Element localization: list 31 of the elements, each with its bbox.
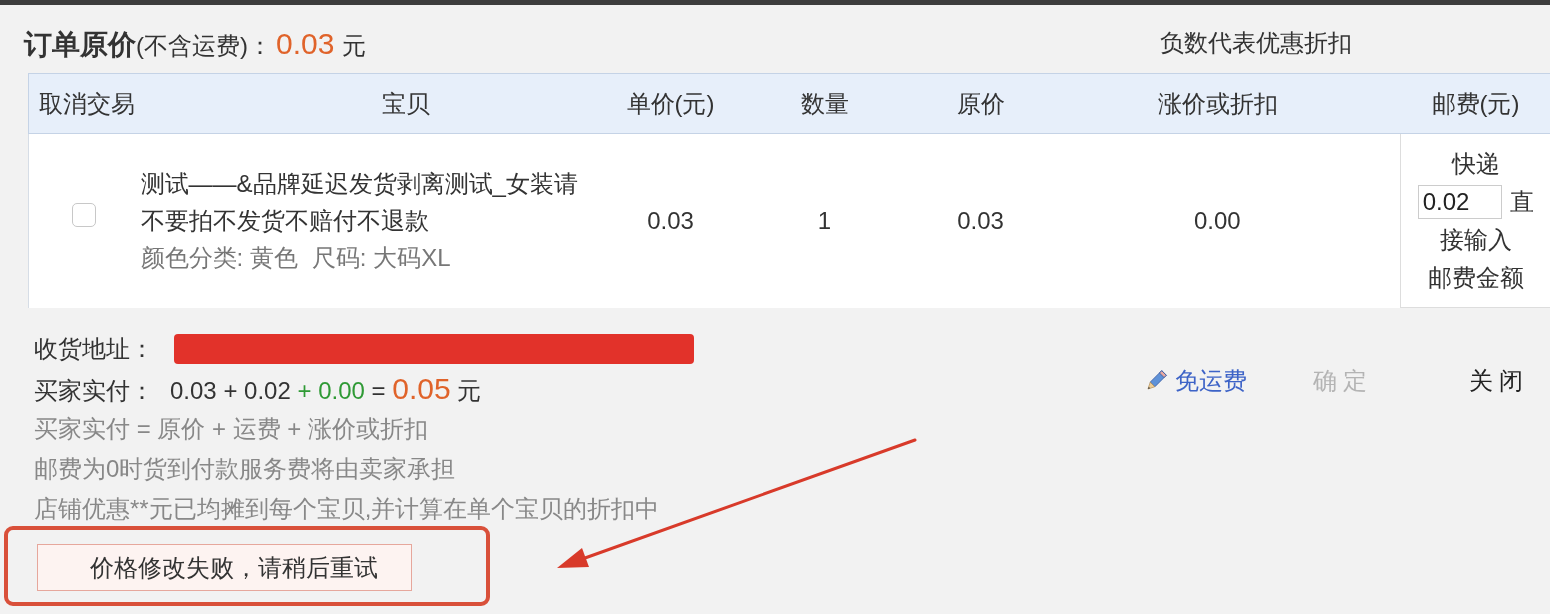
note-text: 邮费为0时货到付款服务费将由卖家承担 xyxy=(34,454,456,484)
column-header: 取消交易 xyxy=(28,73,139,134)
discount-hint: 负数代表优惠折扣 xyxy=(1160,28,1352,58)
original-price-heading: 订单原价(不含运费)：0.03 元 xyxy=(24,25,367,62)
product-spec: 尺码: 大码XL xyxy=(311,244,451,272)
quantity: 1 xyxy=(722,133,927,308)
price-adjustment: 0.00 xyxy=(1034,133,1401,308)
error-message: 价格修改失败，请稍后重试 xyxy=(37,544,412,591)
note-text: 店铺优惠**元已均摊到每个宝贝,并计算在单个宝贝的折扣中 xyxy=(34,494,660,524)
column-header: 邮费(元) xyxy=(1400,73,1550,134)
address-label: 收货地址： xyxy=(34,334,154,364)
column-header: 单价(元) xyxy=(618,73,723,134)
product-title: 测试——&品牌延迟发货剥离测试_女装请不要拍不发货不赔付不退款 xyxy=(140,169,579,237)
original-price: 0.03 xyxy=(926,133,1035,308)
unit-price: 0.03 xyxy=(618,133,723,308)
shipping-fee-input[interactable]: 0.02 xyxy=(1417,184,1502,219)
column-header: 涨价或折扣 xyxy=(1034,73,1401,134)
product-spec: 颜色分类: 黄色 xyxy=(140,244,298,272)
shipping-hint: 邮费金额 xyxy=(1427,262,1524,293)
note-text: 买家实付 = 原价 + 运费 + 涨价或折扣 xyxy=(34,414,429,444)
payment-formula: 0.03 + 0.02 + 0.00 = 0.05 元 xyxy=(170,377,482,404)
column-header: 宝贝 xyxy=(138,73,619,134)
payment-label: 买家实付： xyxy=(34,377,154,404)
shipping-hint: 接输入 xyxy=(1439,224,1512,255)
shipping-method: 快递 xyxy=(1451,148,1500,179)
shipping-hint: 直 xyxy=(1509,186,1534,217)
close-button[interactable]: 关 闭 xyxy=(1446,361,1546,401)
free-shipping-link[interactable]: 免运费 xyxy=(1143,361,1247,401)
column-header: 原价 xyxy=(926,73,1035,134)
column-header: 数量 xyxy=(722,73,927,134)
cancel-checkbox[interactable] xyxy=(71,202,96,227)
